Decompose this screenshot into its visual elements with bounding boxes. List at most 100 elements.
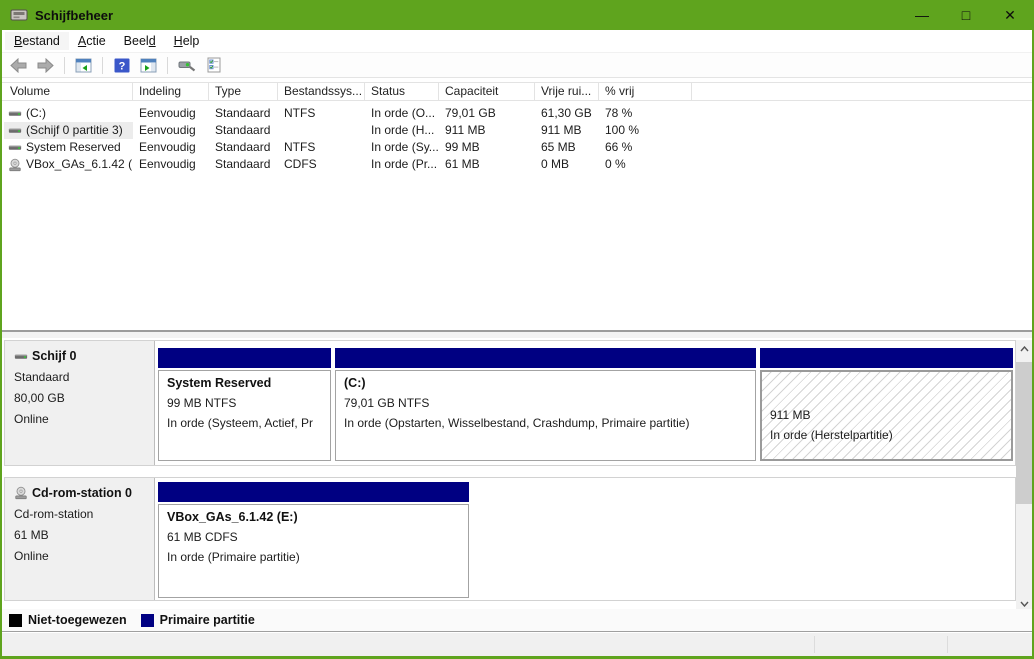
cell-type: Standaard [209,156,278,173]
disk-info-line: 80,00 GB [14,391,154,405]
maximize-icon: □ [962,7,970,23]
hard-disk-icon [8,124,22,137]
partition-line: 99 MB NTFS [167,396,322,410]
partition-vbox_gas_6.1.42-e-[interactable]: VBox_GAs_6.1.42 (E:)61 MB CDFSIn orde (P… [158,482,469,598]
disk-info-panel[interactable]: Schijf 0Standaard80,00 GBOnline [5,341,155,465]
toolbar-console-tree-button[interactable] [73,55,94,75]
disk-info-line: Online [14,412,154,426]
column-header-indeling[interactable]: Indeling [133,83,209,100]
column-header-capaciteit[interactable]: Capaciteit [439,83,535,100]
partition-line: 79,01 GB NTFS [344,396,747,410]
toolbar-action-pane-button[interactable] [138,55,159,75]
column-header-bestandssys-[interactable]: Bestandssys... [278,83,365,100]
table-row[interactable]: VBox_GAs_6.1.42 (...EenvoudigStandaardCD… [2,156,1032,173]
cell-type: Standaard [209,105,278,122]
titlebar-maximize-button[interactable]: □ [944,0,988,30]
cell-pct: 100 % [599,122,692,139]
column-header-vrije-rui-[interactable]: Vrije rui... [535,83,599,100]
partition-color-strip [335,348,756,368]
partition--c-[interactable]: (C:) 79,01 GB NTFS In orde (Opstarten, Wis… [335,348,756,461]
properties-icon [206,57,222,73]
cell-vrij: 911 MB [535,122,599,139]
disk-name: Schijf 0 [14,349,154,363]
cell-status: In orde (H... [365,122,439,139]
partition-system-reserved[interactable]: System Reserved 99 MB NTFS In orde (Systee… [158,348,331,461]
cd-drive-icon [8,158,22,172]
disk-info-panel[interactable]: Cd-rom-station 0Cd-rom-station61 MBOnlin… [5,478,155,600]
status-bar [2,633,1032,656]
hard-disk-icon [8,107,22,120]
disk-info-line: 61 MB [14,528,154,542]
toolbar-back-button[interactable] [8,55,29,75]
legend-item: Niet-toegewezen [9,613,127,627]
disk-row-cd-rom-station-0: Cd-rom-station 0Cd-rom-station61 MBOnlin… [4,477,1016,601]
vertical-scrollbar[interactable] [1016,340,1033,612]
window-title: Schijfbeheer [35,8,113,23]
partition-body: 911 MBIn orde (Herstelpartitie) [760,370,1013,461]
toolbar-properties-button[interactable] [203,55,224,75]
cell-type: Standaard [209,139,278,156]
titlebar-minimize-button[interactable]: — [900,0,944,30]
cell-fs: CDFS [278,156,365,173]
column-header-%-vrij[interactable]: % vrij [599,83,692,100]
toolbar-separator [102,57,103,74]
volume-name-cell: (C:) [4,105,133,122]
chevron-up-icon [1020,346,1029,352]
column-header-status[interactable]: Status [365,83,439,100]
cell-vrij: 0 MB [535,156,599,173]
partition-line: In orde (Primaire partitie) [167,550,460,564]
menu-item-bestand[interactable]: Bestand [5,32,69,50]
cell-pct: 66 % [599,139,692,156]
partition-legend: Niet-toegewezen Primaire partitie [2,609,1032,632]
table-row[interactable]: (C:)EenvoudigStandaardNTFSIn orde (O...7… [2,105,1032,122]
cell-capaciteit: 61 MB [439,156,535,173]
scrollbar-thumb[interactable] [1016,362,1033,504]
volume-name-cell: VBox_GAs_6.1.42 (... [4,156,133,173]
cd-drive-icon [14,486,28,500]
cell-status: In orde (Pr... [365,156,439,173]
app-icon [10,7,28,23]
toolbar-rescan-button[interactable] [176,55,197,75]
titlebar-close-button[interactable]: ✕ [988,0,1032,30]
title-bar[interactable]: Schijfbeheer — □ ✕ [2,0,1032,30]
cell-fs: NTFS [278,105,365,122]
toolbar-help-button[interactable]: ? [111,55,132,75]
hard-disk-icon [8,141,22,154]
menu-bar: BestandActieBeeldHelp [2,30,1032,52]
close-icon: ✕ [1004,7,1016,24]
toolbar-separator [167,57,168,74]
cd-drive-icon [8,158,22,172]
scroll-up-button[interactable] [1016,340,1033,357]
column-header-type[interactable]: Type [209,83,278,100]
column-header-filler [692,83,1034,100]
cell-capaciteit: 911 MB [439,122,535,139]
partition-body: System Reserved 99 MB NTFS In orde (Systee… [158,370,331,461]
legend-label: Primaire partitie [160,613,255,627]
cell-pct: 0 % [599,156,692,173]
cell-fs: NTFS [278,139,365,156]
forward-icon [37,58,54,73]
minimize-icon: — [915,7,929,23]
toolbar-forward-button[interactable] [35,55,56,75]
partition-line: In orde (Systeem, Actief, Pr [167,416,322,430]
partition-line: 61 MB CDFS [167,530,460,544]
table-row[interactable]: System ReservedEenvoudigStandaardNTFSIn … [2,139,1032,156]
menu-item-help[interactable]: Help [165,32,209,50]
partition-recovery[interactable]: 911 MBIn orde (Herstelpartitie) [760,348,1013,461]
disk-info-line: Cd-rom-station [14,507,154,521]
toolbar-separator [64,57,65,74]
column-header-volume[interactable]: Volume [4,83,133,100]
volume-list: VolumeIndelingTypeBestandssys...StatusCa… [2,78,1032,330]
cell-vrij: 61,30 GB [535,105,599,122]
partition-line: In orde (Herstelpartitie) [770,428,1003,442]
cell-capaciteit: 79,01 GB [439,105,535,122]
menu-item-actie[interactable]: Actie [69,32,115,50]
menu-item-beeld[interactable]: Beeld [115,32,165,50]
hard-disk-icon [8,124,22,137]
partition-title: System Reserved [167,376,322,390]
hard-disk-icon [8,107,22,120]
table-row[interactable]: (Schijf 0 partitie 3)EenvoudigStandaardI… [2,122,1032,139]
volume-list-header: VolumeIndelingTypeBestandssys...StatusCa… [2,82,1032,101]
partition-title: (C:) [344,376,747,390]
partition-line: In orde (Opstarten, Wisselbestand, Crash… [344,416,747,430]
